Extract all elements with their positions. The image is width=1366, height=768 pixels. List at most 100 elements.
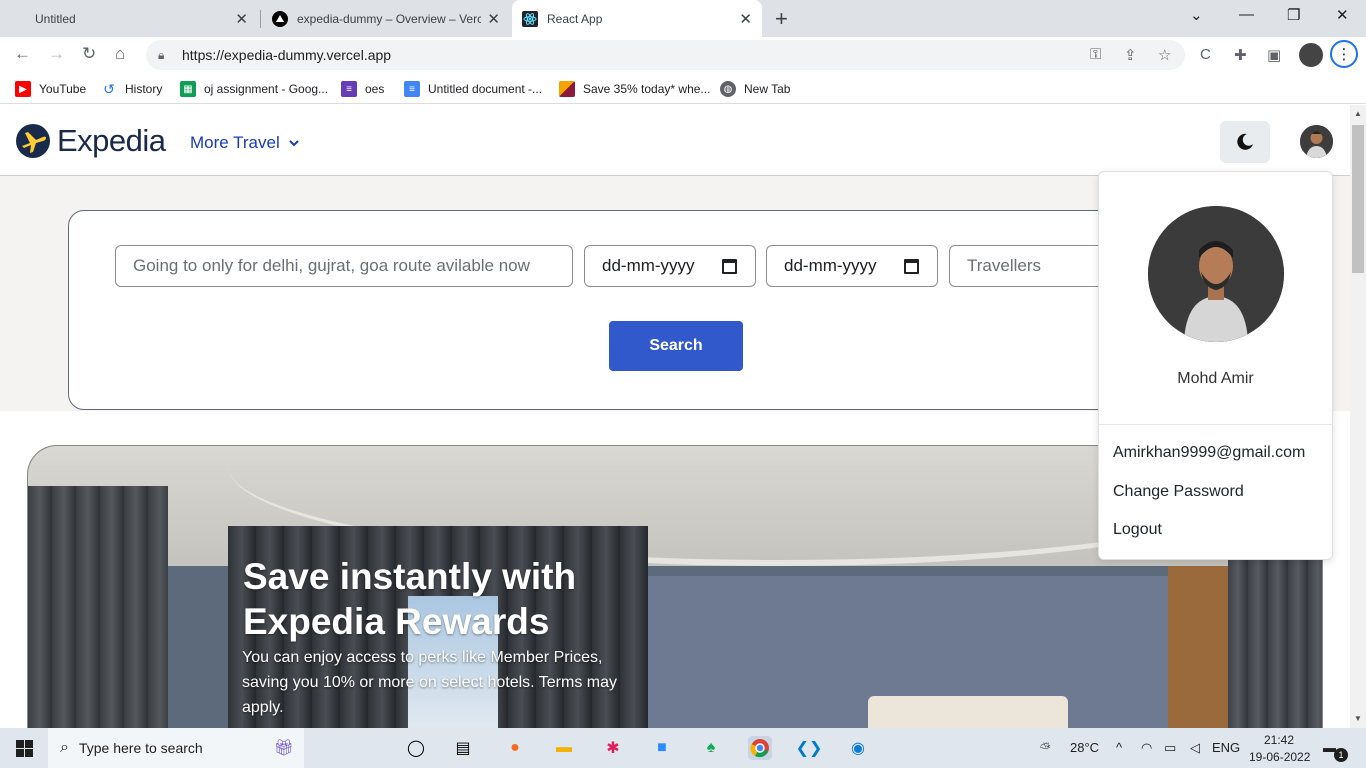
tab-react-app[interactable]: React App ✕: [512, 0, 762, 37]
bookmark-oes[interactable]: ≡ oes: [341, 81, 384, 97]
bookmark-label: New Tab: [744, 82, 791, 96]
more-travel-label: More Travel: [190, 133, 280, 152]
bookmark-untitled-doc[interactable]: ≡ Untitled document -...: [404, 81, 542, 97]
tab-label: React App: [547, 11, 603, 26]
browser-toolbar: ← → ↻ ⌂ 🔒︎ https://expedia-dummy.vercel.…: [0, 37, 1366, 74]
banner-subtitle: You can enjoy access to perks like Membe…: [242, 649, 617, 716]
tab-label: expedia-dummy – Overview – Vercel: [297, 11, 482, 26]
clock-date[interactable]: 19-06-2022: [1249, 750, 1310, 764]
language-indicator[interactable]: ENG: [1212, 740, 1240, 755]
address-bar[interactable]: 🔒︎ https://expedia-dummy.vercel.app ⚿ ⇪ …: [146, 40, 1185, 70]
home-icon[interactable]: ⌂: [115, 44, 125, 64]
close-icon[interactable]: ✕: [235, 10, 248, 28]
close-icon[interactable]: ✕: [739, 10, 752, 28]
key-icon[interactable]: ⚿: [1090, 46, 1101, 63]
gift-icon: 🎁︎: [273, 740, 294, 757]
postman-icon[interactable]: ●: [503, 736, 527, 760]
bookmark-label: Untitled document -...: [428, 82, 543, 96]
scroll-up-icon[interactable]: ▲: [1354, 109, 1362, 118]
travellers-input[interactable]: Travellers: [949, 245, 1109, 287]
close-icon[interactable]: ✕: [487, 10, 500, 28]
reload-icon[interactable]: ↻: [82, 44, 96, 64]
checkout-date-input[interactable]: dd-mm-yyyy: [766, 245, 938, 287]
brand-name: Expedia: [57, 123, 166, 158]
react-icon: [522, 10, 538, 27]
puzzle-icon[interactable]: ✚: [1234, 46, 1247, 64]
moon-icon: [1237, 133, 1253, 150]
battery-icon[interactable]: ▭: [1164, 740, 1176, 756]
menu-kebab-icon[interactable]: ⋮: [1330, 40, 1358, 68]
change-password-link[interactable]: Change Password: [1113, 483, 1244, 501]
new-tab-icon[interactable]: +: [775, 6, 788, 32]
volume-icon[interactable]: ◁: [1190, 740, 1200, 756]
scroll-down-icon[interactable]: ▼: [1354, 714, 1362, 723]
more-travel-dropdown[interactable]: More Travel: [190, 133, 299, 153]
mongodb-icon[interactable]: ♠: [699, 736, 723, 760]
bookmark-oj-assignment[interactable]: ▦ oj assignment - Goog...: [180, 81, 328, 97]
edge-icon[interactable]: ◉: [846, 736, 870, 760]
page-scrollbar[interactable]: ▲ ▼: [1350, 105, 1366, 728]
destination-input[interactable]: Going to only for delhi, gujrat, goa rou…: [115, 245, 573, 287]
tab-untitled[interactable]: Untitled ✕: [0, 0, 258, 37]
window-close-icon[interactable]: ✕: [1336, 6, 1349, 24]
blank-page-icon: [10, 11, 26, 27]
forms-icon: ≡: [341, 81, 357, 97]
chevron-up-icon[interactable]: ^: [1116, 740, 1122, 755]
bookmark-youtube[interactable]: ▶ YouTube: [15, 81, 86, 97]
zoom-icon[interactable]: ■: [650, 736, 674, 760]
bookmark-save-35[interactable]: Save 35% today* whe...: [559, 81, 710, 97]
star-icon[interactable]: ☆: [1158, 46, 1171, 64]
clock-time[interactable]: 21:42: [1264, 733, 1294, 747]
restore-icon[interactable]: ❐: [1287, 6, 1300, 24]
bookmarks-bar: ▶ YouTube ↺ History ▦ oj assignment - Go…: [0, 74, 1366, 104]
bookmark-new-tab[interactable]: ◍ New Tab: [720, 81, 790, 97]
calendar-icon[interactable]: [722, 259, 737, 274]
weather-temp[interactable]: 28°C: [1070, 740, 1099, 755]
checkin-date-input[interactable]: dd-mm-yyyy: [584, 245, 756, 287]
file-explorer-icon[interactable]: ▬: [552, 736, 576, 760]
side-panel-icon[interactable]: ▣: [1267, 46, 1281, 64]
wifi-icon[interactable]: ◠: [1141, 740, 1152, 756]
search-button[interactable]: Search: [609, 321, 743, 371]
weather-icon[interactable]: ⛅︎: [1040, 740, 1050, 756]
calendar-icon[interactable]: [904, 259, 919, 274]
destination-placeholder: Going to only for delhi, gujrat, goa rou…: [133, 256, 530, 275]
taskbar-search-placeholder: Type here to search: [78, 740, 203, 756]
profile-dropdown-menu: Mohd Amir Amirkhan9999@gmail.com Change …: [1098, 171, 1333, 560]
extension-icon[interactable]: C: [1200, 46, 1211, 63]
profile-email[interactable]: Amirkhan9999@gmail.com: [1113, 444, 1305, 462]
banner-photo-detail: [868, 696, 1068, 728]
plane-logo-icon: [16, 124, 50, 158]
tab-label: Untitled: [35, 11, 76, 26]
checkin-value: dd-mm-yyyy: [602, 256, 695, 275]
share-icon[interactable]: ⇪: [1124, 46, 1137, 64]
docs-icon: ≡: [404, 81, 420, 97]
expedia-logo[interactable]: Expedia: [16, 123, 166, 159]
minimize-icon[interactable]: —: [1239, 6, 1254, 23]
travellers-placeholder: Travellers: [967, 256, 1041, 275]
back-icon[interactable]: ←: [14, 44, 31, 64]
bookmark-history[interactable]: ↺ History: [101, 81, 162, 97]
banner-photo-detail: [1228, 536, 1322, 728]
logout-link[interactable]: Logout: [1113, 521, 1162, 539]
dark-mode-toggle[interactable]: [1220, 121, 1270, 163]
banner-title: Save instantly with Expedia Rewards: [243, 556, 577, 642]
bookmark-site-icon: [559, 81, 575, 97]
tab-search-icon[interactable]: ⌄: [1190, 6, 1203, 24]
bookmark-label: History: [125, 82, 163, 96]
profile-avatar-icon[interactable]: [1299, 43, 1323, 67]
vscode-icon[interactable]: ❮❯: [796, 736, 823, 760]
user-avatar-button[interactable]: [1300, 125, 1333, 158]
taskbar-search-box[interactable]: ⌕ Type here to search 🎁︎: [48, 728, 304, 768]
checkout-value: dd-mm-yyyy: [784, 256, 877, 275]
banner-photo-detail: [1168, 566, 1228, 728]
tab-vercel[interactable]: expedia-dummy – Overview – Vercel ✕: [262, 0, 510, 37]
profile-name: Mohd Amir: [1177, 370, 1254, 387]
windows-start-icon[interactable]: [12, 736, 36, 760]
widgets-icon[interactable]: ▤: [451, 736, 475, 760]
task-view-icon[interactable]: ◯: [404, 736, 428, 760]
slack-icon[interactable]: ✱: [601, 736, 625, 760]
forward-icon[interactable]: →: [48, 44, 65, 64]
chrome-icon[interactable]: [748, 736, 772, 760]
scrollbar-thumb[interactable]: [1352, 125, 1364, 273]
